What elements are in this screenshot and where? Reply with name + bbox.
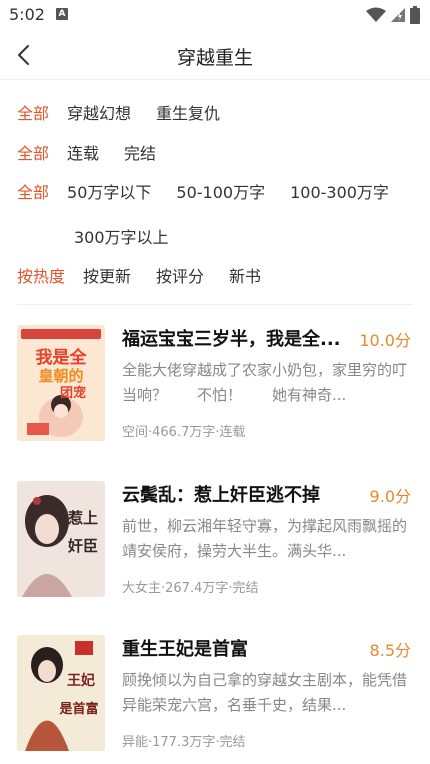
book-description: 全能大佬穿越成了农家小奶包，家里穷的叮当响？ 不怕！ 她有神奇... (122, 361, 408, 404)
sort-by-rating[interactable]: 按评分 (156, 263, 204, 287)
status-icons (366, 6, 420, 24)
book-title: 重生王妃是首富 (122, 639, 248, 660)
divider (17, 304, 413, 305)
sort-by-popularity[interactable]: 按热度 (17, 263, 65, 287)
book-cover: 王妃 是首富 (17, 635, 105, 751)
notification-icon: A (56, 8, 68, 20)
filter-category-rebirth[interactable]: 重生复仇 (156, 100, 220, 124)
filter-row-category: 全部 穿越幻想 重生复仇 (17, 100, 245, 124)
signal-icon (391, 8, 405, 22)
status-time: 5:02 (9, 5, 45, 24)
book-description: 前世，柳云湘年轻守寡，为撑起风雨飘摇的靖安侯府，操劳大半生。满头华... (122, 517, 408, 560)
cover-title-line: 奸臣 (67, 537, 98, 555)
book-score: 10.0分 (359, 331, 411, 350)
filter-row-length-wrap: 300万字以上 (74, 224, 194, 248)
page-title: 穿越重生 (176, 47, 253, 69)
book-item[interactable]: 我是全 皇朝的 团宠 福运宝宝三岁半，我是全... 10.0分 全能大佬穿越成了… (0, 325, 430, 465)
book-score: 8.5分 (369, 641, 411, 660)
cover-title-line: 是首富 (58, 701, 98, 717)
book-title: 福运宝宝三岁半，我是全... (122, 329, 341, 350)
sort-by-update[interactable]: 按更新 (83, 263, 131, 287)
book-cover: 惹上 奸臣 (17, 481, 105, 597)
cover-title-line: 我是全 (36, 347, 88, 368)
filter-row-length: 全部 50万字以下 50-100万字 100-300万字 (17, 179, 389, 203)
filter-category-all[interactable]: 全部 (17, 100, 49, 124)
filter-length-under-50[interactable]: 50万字以下 (67, 179, 151, 203)
filter-length-50-100[interactable]: 50-100万字 (176, 179, 265, 203)
filter-row-sort: 按热度 按更新 按评分 新书 (17, 263, 286, 287)
filter-length-all[interactable]: 全部 (17, 179, 49, 203)
filter-length-over-300[interactable]: 300万字以上 (74, 224, 169, 248)
book-meta: 大女主·267.4万字·完结 (122, 581, 259, 596)
filter-length-100-300[interactable]: 100-300万字 (290, 179, 389, 203)
battery-icon (410, 6, 420, 24)
book-item[interactable]: 惹上 奸臣 云鬓乱：惹上奸臣逃不掉 9.0分 前世，柳云湘年轻守寡，为撑起风雨飘… (0, 481, 430, 621)
filter-row-status: 全部 连载 完结 (17, 140, 181, 164)
status-bar: 5:02 A (0, 0, 430, 30)
book-description: 顾挽倾以为自己拿的穿越女主剧本，能凭借异能荣宠六宫，名垂千史，结果... (122, 671, 408, 714)
filter-status-finished[interactable]: 完结 (124, 140, 156, 164)
filter-status-ongoing[interactable]: 连载 (67, 140, 99, 164)
filter-category-time-travel[interactable]: 穿越幻想 (67, 100, 131, 124)
cover-title-line: 王妃 (67, 672, 95, 689)
book-cover: 我是全 皇朝的 团宠 (17, 325, 105, 441)
book-item[interactable]: 王妃 是首富 重生王妃是首富 8.5分 顾挽倾以为自己拿的穿越女主剧本，能凭借异… (0, 635, 430, 764)
book-score: 9.0分 (369, 487, 411, 506)
book-title: 云鬓乱：惹上奸臣逃不掉 (122, 485, 320, 506)
cover-title-line: 皇朝的 (38, 367, 83, 385)
cover-title-line: 团宠 (60, 385, 86, 401)
header: 穿越重生 (0, 30, 430, 80)
sort-by-new[interactable]: 新书 (229, 263, 261, 287)
filter-status-all[interactable]: 全部 (17, 140, 49, 164)
cover-title-line: 惹上 (68, 509, 98, 527)
book-meta: 空间·466.7万字·连载 (122, 425, 246, 440)
book-meta: 异能·177.3万字·完结 (122, 735, 246, 750)
wifi-icon (366, 7, 386, 22)
